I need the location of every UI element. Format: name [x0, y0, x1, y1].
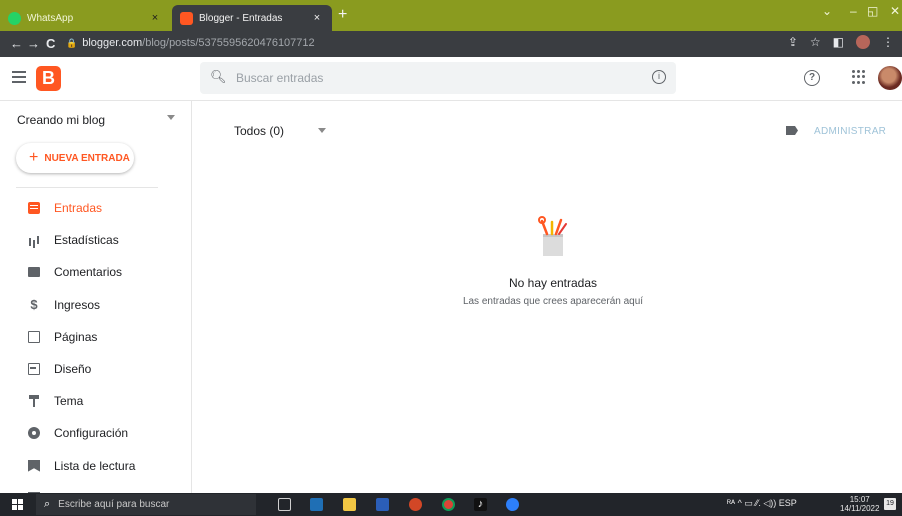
side-panel-icon[interactable]: ◧	[833, 35, 844, 49]
divider	[16, 187, 158, 188]
sidebar-item-tema[interactable]: Tema	[0, 385, 191, 417]
clock-date: 14/11/2022	[840, 504, 880, 513]
tab-whatsapp[interactable]: WhatsApp ×	[0, 5, 170, 31]
sidebar-item-comentarios[interactable]: Comentarios	[0, 256, 191, 288]
notification-center-icon[interactable]: 19	[884, 498, 896, 510]
browser-tab-bar: WhatsApp × Blogger - Entradas × + ⌄ – ◱ …	[0, 0, 902, 31]
bookmark-icon	[28, 459, 40, 472]
new-post-button[interactable]: + NUEVA ENTRADA	[16, 143, 134, 173]
windows-taskbar: ⌕ Escribe aquí para buscar ♪ ᴿᴬ ^ ▭ ⁄⁄. …	[0, 493, 902, 516]
sidebar-nav: Entradas Estadísticas Comentarios $ Ingr…	[0, 192, 191, 493]
apps-grid-icon[interactable]	[852, 70, 866, 84]
sidebar-item-lista-de-lectura[interactable]: Lista de lectura	[0, 450, 191, 482]
url-path: /blog/posts/5375595620476107712	[142, 37, 315, 49]
sidebar-item-label: Lista de lectura	[54, 458, 136, 473]
restore-icon[interactable]: ◱	[867, 4, 878, 18]
new-post-label: NUEVA ENTRADA	[44, 152, 130, 164]
taskbar-search[interactable]: ⌕ Escribe aquí para buscar	[36, 494, 256, 515]
powerpoint-icon[interactable]	[409, 498, 422, 511]
url-domain: blogger.com	[82, 37, 143, 49]
task-view-icon[interactable]	[278, 498, 291, 511]
blogger-header: B 🔍︎ i ?	[0, 57, 902, 101]
avatar[interactable]	[878, 66, 902, 90]
sidebar-item-label: Tema	[54, 394, 84, 409]
url-field[interactable]: 🔒 blogger.com/blog/posts/5375595620476107…	[66, 37, 315, 49]
empty-state-subtitle: Las entradas que crees aparecerán aquí	[462, 296, 644, 307]
word-icon[interactable]	[376, 498, 389, 511]
sidebar-item-configuracion[interactable]: Configuración	[0, 417, 191, 449]
tab-blogger[interactable]: Blogger - Entradas ×	[172, 5, 332, 31]
comments-icon	[28, 267, 40, 278]
tab-title: Blogger - Entradas	[199, 12, 283, 24]
label-icon[interactable]	[786, 126, 798, 135]
pages-icon	[28, 330, 40, 343]
taskbar-search-placeholder: Escribe aquí para buscar	[58, 499, 170, 510]
system-tray[interactable]: ᴿᴬ ^ ▭ ⁄⁄. ◁)) ESP	[727, 498, 797, 509]
plus-icon: +	[29, 149, 39, 166]
forward-icon[interactable]: →	[27, 36, 40, 51]
stats-icon	[28, 234, 40, 247]
reload-icon[interactable]: C	[46, 36, 55, 51]
post-filter-dropdown[interactable]: Todos (0)	[234, 124, 284, 138]
posts-icon	[28, 202, 40, 215]
caret-down-icon[interactable]	[167, 115, 175, 120]
sidebar-item-label: Ingresos	[54, 297, 101, 312]
address-bar-actions: ⇪ ☆ ◧ ⋮	[788, 35, 894, 49]
close-window-icon[interactable]: ✕	[890, 4, 900, 18]
manage-labels-button[interactable]: ADMINISTRAR	[814, 126, 886, 137]
blogger-logo[interactable]: B	[36, 66, 61, 91]
sidebar-item-label: Páginas	[54, 329, 98, 344]
close-tab-icon[interactable]: ×	[310, 12, 324, 24]
sidebar-item-ingresos[interactable]: $ Ingresos	[0, 289, 191, 321]
dollar-icon: $	[30, 296, 38, 312]
hamburger-menu-icon[interactable]	[12, 71, 26, 83]
sidebar-item-label: Estadísticas	[54, 233, 119, 248]
search-icon: ⌕	[44, 498, 51, 510]
layout-icon	[28, 363, 40, 376]
help-icon[interactable]: ?	[804, 70, 820, 86]
tab-title: WhatsApp	[27, 12, 74, 24]
lock-icon: 🔒	[66, 38, 78, 48]
blog-selector[interactable]: Creando mi blog	[17, 113, 105, 127]
teams-icon[interactable]	[310, 498, 323, 511]
clock[interactable]: 15:07 14/11/2022	[840, 495, 879, 513]
menu-icon[interactable]: ⋮	[882, 35, 894, 49]
sidebar-item-diseno[interactable]: Diseño	[0, 353, 191, 385]
windows-start-icon[interactable]	[12, 499, 23, 510]
tab-search-icon[interactable]: ⌄	[822, 4, 832, 18]
search-bar: 🔍︎ i	[200, 62, 676, 94]
sidebar: Creando mi blog + NUEVA ENTRADA Entradas…	[0, 101, 192, 493]
sidebar-item-label: Entradas	[54, 201, 103, 216]
share-icon[interactable]: ⇪	[788, 35, 798, 49]
sidebar-item-label: Diseño	[54, 362, 92, 377]
whatsapp-favicon-icon	[8, 11, 21, 25]
sidebar-item-paginas[interactable]: Páginas	[0, 321, 191, 353]
chrome-icon[interactable]	[442, 498, 455, 511]
star-icon[interactable]: ☆	[810, 35, 821, 49]
sidebar-item-label: Configuración	[54, 426, 129, 441]
empty-state-title: No hay entradas	[508, 276, 598, 290]
address-bar: ← → C 🔒 blogger.com/blog/posts/5375595620…	[0, 31, 902, 57]
new-tab-button[interactable]: +	[338, 6, 347, 24]
caret-down-icon[interactable]	[318, 128, 326, 133]
back-icon[interactable]: ←	[10, 36, 23, 51]
sidebar-item-estadisticas[interactable]: Estadísticas	[0, 224, 191, 256]
blogger-favicon-icon	[180, 11, 193, 25]
info-icon[interactable]: i	[652, 70, 666, 84]
sidebar-item-partial[interactable]	[0, 482, 191, 493]
sidebar-item-entradas[interactable]: Entradas	[0, 192, 191, 224]
zoom-icon[interactable]	[506, 498, 519, 511]
sidebar-item-label: Comentarios	[54, 265, 123, 280]
theme-icon	[28, 395, 40, 408]
profile-icon[interactable]	[856, 35, 870, 49]
search-icon: 🔍︎	[210, 69, 227, 84]
pencil-cup-illustration	[538, 216, 567, 256]
file-explorer-icon[interactable]	[343, 498, 356, 511]
search-input[interactable]	[236, 68, 636, 88]
clock-time: 15:07	[849, 495, 870, 504]
minimize-icon[interactable]: –	[850, 4, 857, 18]
close-tab-icon[interactable]: ×	[148, 12, 162, 24]
gear-icon	[28, 427, 40, 440]
tiktok-icon[interactable]: ♪	[474, 498, 487, 511]
